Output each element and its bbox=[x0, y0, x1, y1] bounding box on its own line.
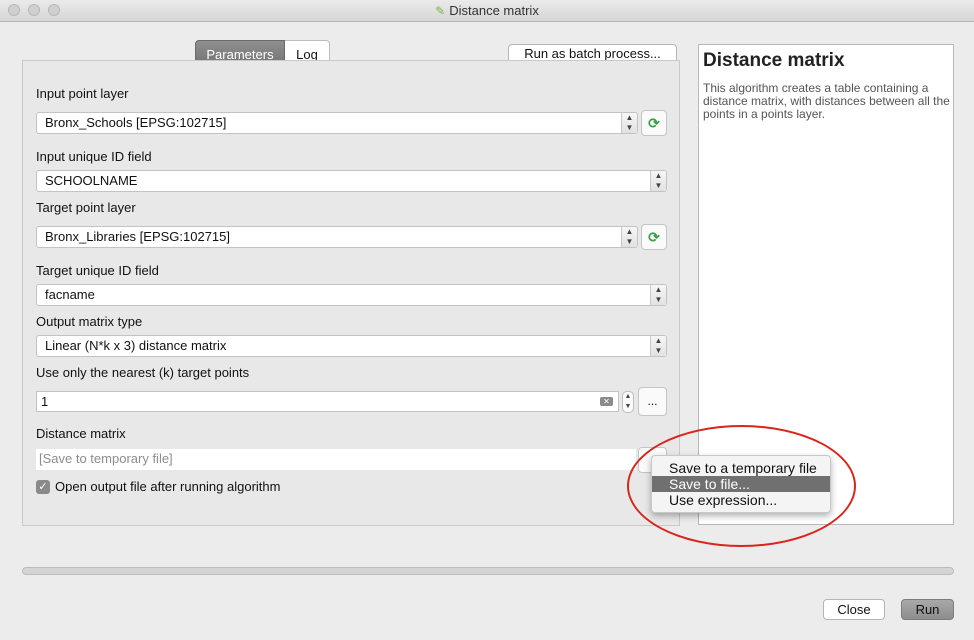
nearest-k-options-button[interactable]: ... bbox=[638, 387, 667, 416]
chevron-updown-icon: ▲ ▼ bbox=[621, 113, 637, 133]
input-layer-value: Bronx_Schools [EPSG:102715] bbox=[45, 115, 227, 130]
target-id-select[interactable]: facname ▲ ▼ bbox=[36, 284, 667, 306]
target-layer-select[interactable]: Bronx_Libraries [EPSG:102715] ▲ ▼ bbox=[36, 226, 638, 248]
target-layer-value: Bronx_Libraries [EPSG:102715] bbox=[45, 229, 230, 244]
run-button[interactable]: Run bbox=[901, 599, 954, 620]
output-label: Distance matrix bbox=[36, 426, 126, 441]
target-layer-label: Target point layer bbox=[36, 200, 136, 215]
nearest-k-label: Use only the nearest (k) target points bbox=[36, 365, 250, 380]
qgis-logo-icon: ✎ bbox=[435, 4, 446, 18]
chevron-updown-icon: ▲ ▼ bbox=[650, 285, 666, 305]
matrix-type-label: Output matrix type bbox=[36, 314, 143, 329]
progress-bar bbox=[22, 567, 954, 575]
checkmark-icon: ✓ bbox=[38, 481, 48, 493]
chevron-updown-icon: ▲ ▼ bbox=[650, 336, 666, 356]
help-description: This algorithm creates a table containin… bbox=[703, 81, 950, 121]
close-button[interactable]: Close bbox=[823, 599, 885, 620]
chevron-updown-icon: ▲ ▼ bbox=[621, 227, 637, 247]
nearest-k-spinner[interactable]: ▲ ▼ bbox=[622, 391, 634, 413]
window-title: Distance matrix bbox=[449, 3, 539, 18]
input-layer-select[interactable]: Bronx_Schools [EPSG:102715] ▲ ▼ bbox=[36, 112, 638, 134]
input-id-value: SCHOOLNAME bbox=[45, 173, 138, 188]
input-layer-label: Input point layer bbox=[36, 86, 129, 101]
open-output-label: Open output file after running algorithm bbox=[55, 479, 281, 494]
title-bar: ✎ Distance matrix bbox=[0, 0, 974, 22]
output-file-input[interactable]: [Save to temporary file] bbox=[36, 449, 636, 470]
matrix-type-select[interactable]: Linear (N*k x 3) distance matrix ▲ ▼ bbox=[36, 335, 667, 357]
refresh-icon: ⟳ bbox=[648, 115, 660, 131]
input-id-label: Input unique ID field bbox=[36, 149, 152, 164]
window-title-wrap: ✎ Distance matrix bbox=[0, 3, 974, 18]
clear-icon[interactable]: ✕ bbox=[600, 397, 613, 406]
refresh-icon: ⟳ bbox=[648, 229, 660, 245]
input-layer-iterate-button[interactable]: ⟳ bbox=[641, 110, 667, 136]
target-id-label: Target unique ID field bbox=[36, 263, 159, 278]
annotation-circle bbox=[627, 425, 856, 547]
input-id-select[interactable]: SCHOOLNAME ▲ ▼ bbox=[36, 170, 667, 192]
target-layer-iterate-button[interactable]: ⟳ bbox=[641, 224, 667, 250]
help-title: Distance matrix bbox=[703, 50, 845, 71]
chevron-updown-icon: ▲ ▼ bbox=[650, 171, 666, 191]
open-output-checkbox[interactable]: ✓ bbox=[36, 480, 50, 494]
nearest-k-input[interactable]: 1 ✕ bbox=[36, 391, 619, 412]
matrix-type-value: Linear (N*k x 3) distance matrix bbox=[45, 338, 227, 353]
target-id-value: facname bbox=[45, 287, 95, 302]
nearest-k-value: 1 bbox=[41, 394, 49, 409]
